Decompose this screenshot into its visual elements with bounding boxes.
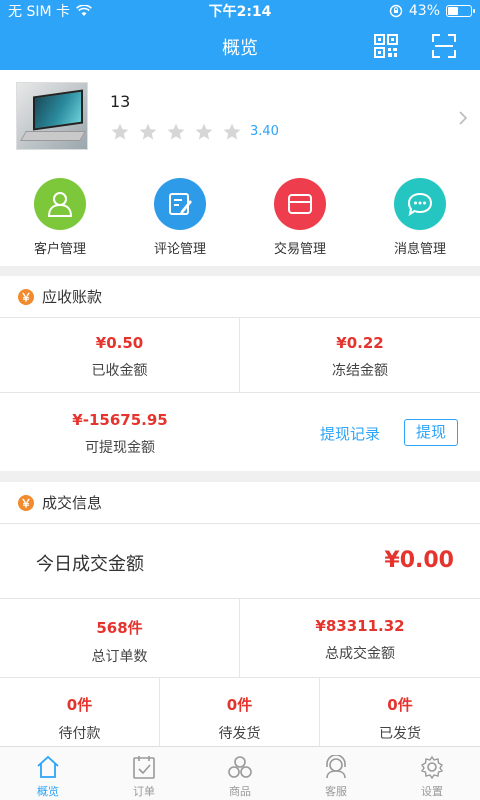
review-management-label: 评论管理	[153, 242, 206, 257]
received-amount-cell: ¥0.50 已收金额	[0, 318, 239, 392]
settings-icon	[420, 755, 444, 780]
chat-icon	[394, 178, 446, 230]
home-icon	[37, 755, 59, 778]
tab-support[interactable]: 客服	[288, 747, 384, 800]
star-icon	[139, 123, 157, 140]
received-amount-value: ¥0.50	[95, 334, 144, 352]
shop-thumbnail	[16, 82, 88, 150]
review-management-button[interactable]: 评论管理	[120, 162, 240, 266]
status-time: 下午2:14	[208, 4, 272, 20]
support-icon	[326, 754, 346, 779]
total-deal-amount-cell: ¥83311.32 总成交金额	[240, 599, 480, 677]
today-deals-label: 今日成交金额	[36, 554, 144, 575]
carrier-label: 无 SIM 卡	[8, 4, 70, 20]
shop-profile[interactable]: 13 3.40	[0, 70, 480, 162]
pending-payment-value: 0件	[66, 696, 93, 714]
message-management-button[interactable]: 消息管理	[360, 162, 480, 266]
shop-name: 13	[110, 92, 131, 111]
status-bar: 无 SIM 卡 下午2:14 43%	[0, 0, 480, 22]
scan-icon[interactable]	[432, 34, 456, 58]
tab-products-label: 商品	[229, 785, 251, 798]
withdraw-button[interactable]: 提现	[404, 419, 458, 446]
tab-overview[interactable]: 概览	[0, 747, 96, 800]
total-orders-value: 568件	[96, 619, 143, 637]
shipped-label: 已发货	[379, 726, 421, 742]
received-amount-label: 已收金额	[91, 363, 148, 379]
battery-percent: 43%	[408, 3, 440, 19]
total-orders-cell: 568件 总订单数	[0, 599, 239, 677]
star-icon	[111, 123, 129, 140]
customer-management-button[interactable]: 客户管理	[0, 162, 120, 266]
frozen-amount-label: 冻结金额	[332, 363, 388, 379]
transaction-management-button[interactable]: 交易管理	[240, 162, 360, 266]
qr-code-icon[interactable]	[374, 34, 398, 58]
tab-settings-label: 设置	[421, 785, 443, 798]
tab-support-label: 客服	[325, 785, 347, 798]
tab-overview-label: 概览	[37, 785, 59, 798]
today-deals-value: ¥0.00	[384, 548, 454, 573]
total-orders-label: 总订单数	[91, 649, 148, 665]
rotation-lock-icon	[389, 4, 403, 18]
today-deals-row: 今日成交金额 ¥0.00	[0, 524, 480, 598]
withdrawable-row: ¥-15675.95 可提现金额 提现记录 提现	[0, 393, 480, 471]
quick-actions: 客户管理 评论管理 交易管理 消息管理	[0, 162, 480, 266]
customer-management-label: 客户管理	[33, 242, 86, 257]
pending-shipment-label: 待发货	[218, 726, 261, 742]
page-title: 概览	[222, 38, 258, 59]
star-icon	[167, 123, 185, 140]
deals-title: 成交信息	[42, 494, 103, 512]
user-icon	[34, 178, 86, 230]
wifi-icon	[76, 5, 92, 16]
tab-products[interactable]: 商品	[192, 747, 288, 800]
tab-orders-label: 订单	[133, 785, 155, 798]
yen-badge-icon: ￥	[18, 288, 34, 305]
card-icon	[274, 178, 326, 230]
total-deal-amount-value: ¥83311.32	[315, 617, 405, 635]
tab-settings[interactable]: 设置	[384, 747, 480, 800]
message-management-label: 消息管理	[393, 242, 446, 257]
withdrawable-amount-value: ¥-15675.95	[72, 411, 168, 429]
edit-icon	[154, 178, 206, 230]
deals-header: ￥ 成交信息	[0, 482, 480, 524]
transaction-management-label: 交易管理	[273, 242, 326, 257]
chevron-right-icon[interactable]	[458, 110, 468, 126]
products-icon	[228, 756, 252, 778]
receivables-header: ￥ 应收账款	[0, 276, 480, 318]
pending-shipment-cell[interactable]: 0件 待发货	[160, 678, 319, 746]
rating-stars	[110, 122, 242, 142]
yen-badge-icon: ￥	[18, 494, 34, 511]
star-icon	[223, 123, 241, 140]
tab-orders[interactable]: 订单	[96, 747, 192, 800]
nav-bar: 概览	[0, 22, 480, 70]
total-deal-amount-label: 总成交金额	[325, 646, 395, 662]
pending-payment-cell[interactable]: 0件 待付款	[0, 678, 159, 746]
frozen-amount-cell: ¥0.22 冻结金额	[240, 318, 480, 392]
shipped-value: 0件	[387, 696, 413, 714]
shipped-cell[interactable]: 0件 已发货	[320, 678, 480, 746]
pending-payment-label: 待付款	[58, 726, 101, 742]
withdrawable-amount-label: 可提现金额	[85, 440, 155, 456]
withdraw-records-link[interactable]: 提现记录	[320, 423, 380, 444]
tab-bar: 概览 订单 商品 客服 设置	[0, 746, 480, 800]
orders-icon	[133, 756, 155, 779]
battery-icon	[446, 5, 475, 17]
rating-value: 3.40	[250, 124, 279, 139]
pending-shipment-value: 0件	[226, 696, 253, 714]
star-icon	[195, 123, 213, 140]
receivables-title: 应收账款	[42, 288, 103, 306]
frozen-amount-value: ¥0.22	[336, 334, 384, 352]
